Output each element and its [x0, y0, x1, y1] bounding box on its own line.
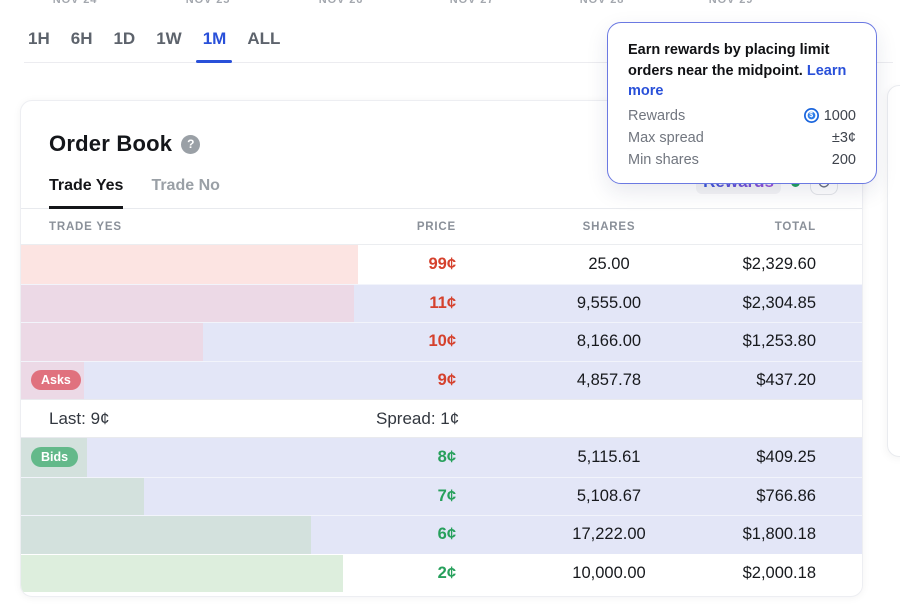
bid-row[interactable]: Bids 8¢ 5,115.61 $409.25 [21, 438, 862, 477]
bid-price: 8¢ [316, 448, 456, 467]
tooltip-stat-max-spread: Max spread ±3¢ [628, 130, 856, 146]
ask-row[interactable]: 11¢ 9,555.00 $2,304.85 [21, 284, 862, 323]
coin-icon: $ [804, 108, 819, 123]
tab-trade-yes[interactable]: Trade Yes [49, 177, 123, 209]
x-axis-date: NOV 29 [696, 0, 766, 6]
ask-shares: 25.00 [509, 255, 709, 274]
bid-total: $2,000.18 [709, 564, 862, 583]
side-panel-edge [887, 85, 900, 457]
bid-price: 7¢ [316, 487, 456, 506]
time-range-1m[interactable]: 1M [203, 29, 227, 49]
time-range-active-underline [196, 60, 232, 63]
time-range-1d[interactable]: 1D [113, 29, 135, 49]
ask-price: 99¢ [316, 255, 456, 274]
x-axis-date: NOV 24 [40, 0, 110, 6]
time-range-1w[interactable]: 1W [156, 29, 182, 49]
ask-price: 10¢ [316, 332, 456, 351]
bid-row[interactable]: 6¢ 17,222.00 $1,800.18 [21, 515, 862, 554]
ask-total: $437.20 [709, 371, 862, 390]
bids-label-pill: Bids [31, 447, 78, 467]
bid-shares: 10,000.00 [509, 564, 709, 583]
bid-row[interactable]: 7¢ 5,108.67 $766.86 [21, 477, 862, 516]
tooltip-message: Earn rewards by placing limit orders nea… [628, 40, 856, 102]
bid-total: $766.86 [709, 487, 862, 506]
ask-row[interactable]: 10¢ 8,166.00 $1,253.80 [21, 322, 862, 361]
spread-label: Spread: 1¢ [376, 409, 459, 429]
bid-total: $409.25 [709, 448, 862, 467]
ask-total: $2,329.60 [709, 255, 862, 274]
ask-shares: 8,166.00 [509, 332, 709, 351]
x-axis-date: NOV 27 [437, 0, 507, 6]
tooltip-stat-min-shares: Min shares 200 [628, 152, 856, 168]
ask-row[interactable]: Asks 9¢ 4,857.78 $437.20 [21, 361, 862, 400]
tab-trade-no[interactable]: Trade No [151, 177, 219, 208]
bid-shares: 5,108.67 [509, 487, 709, 506]
time-range-1h[interactable]: 1H [28, 29, 50, 49]
tooltip-stat-rewards: Rewards $1000 [628, 108, 856, 124]
ask-shares: 4,857.78 [509, 371, 709, 390]
time-range-selector: 1H 6H 1D 1W 1M ALL [28, 29, 280, 49]
ask-row[interactable]: 99¢ 25.00 $2,329.60 [21, 245, 862, 284]
ask-total: $2,304.85 [709, 294, 862, 313]
bid-shares: 5,115.61 [509, 448, 709, 467]
help-icon[interactable]: ? [181, 135, 200, 154]
time-range-6h[interactable]: 6H [71, 29, 93, 49]
bid-price: 2¢ [316, 564, 456, 583]
column-header-shares: SHARES [509, 221, 709, 233]
last-price-label: Last: 9¢ [49, 409, 110, 429]
x-axis-date: NOV 28 [567, 0, 637, 6]
bid-row[interactable]: 2¢ 10,000.00 $2,000.18 [21, 554, 862, 593]
asks-label-pill: Asks [31, 370, 81, 390]
column-header-total: TOTAL [709, 221, 862, 233]
rewards-tooltip: Earn rewards by placing limit orders nea… [607, 22, 877, 184]
ask-price: 9¢ [316, 371, 456, 390]
order-book-title: Order Book [49, 131, 172, 157]
bid-price: 6¢ [316, 525, 456, 544]
ask-total: $1,253.80 [709, 332, 862, 351]
ask-price: 11¢ [316, 294, 456, 313]
time-range-all[interactable]: ALL [247, 29, 280, 49]
order-book-column-headers: TRADE YES PRICE SHARES TOTAL [21, 209, 862, 245]
last-spread-row: Last: 9¢ Spread: 1¢ [21, 399, 862, 438]
bid-shares: 17,222.00 [509, 525, 709, 544]
ask-shares: 9,555.00 [509, 294, 709, 313]
x-axis-date: NOV 25 [173, 0, 243, 6]
column-header-price: PRICE [316, 221, 456, 233]
bid-total: $1,800.18 [709, 525, 862, 544]
column-header-trade-yes: TRADE YES [21, 221, 316, 233]
x-axis-date: NOV 26 [306, 0, 376, 6]
